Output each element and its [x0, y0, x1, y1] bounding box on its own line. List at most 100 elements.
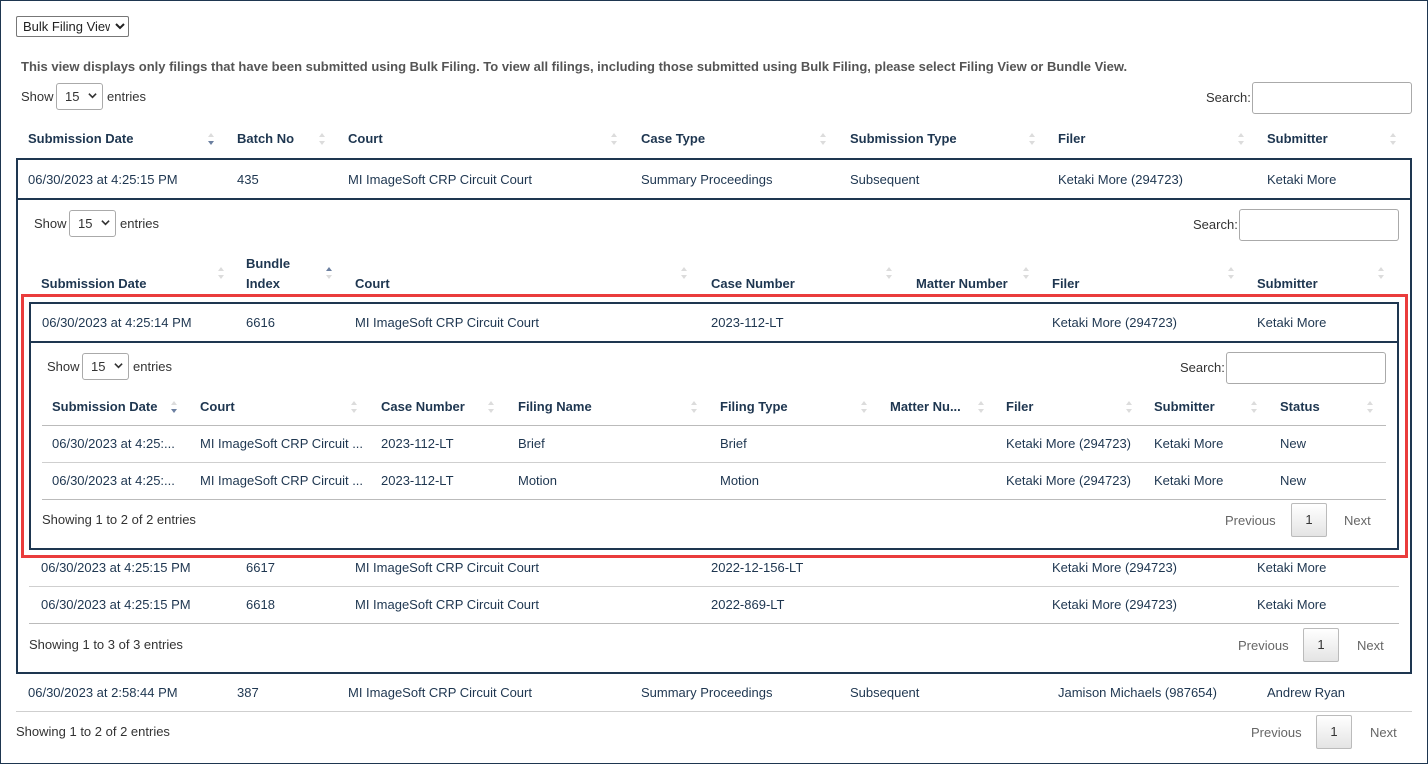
- outer-next-button[interactable]: Next: [1370, 725, 1397, 740]
- filings-show-label: Show: [47, 359, 80, 374]
- bundle-col-header[interactable]: Submitter: [1257, 276, 1318, 291]
- sort-arrows-icon[interactable]: [885, 266, 893, 280]
- outer-col-header[interactable]: Submission Date: [28, 131, 133, 146]
- outer-previous-button[interactable]: Previous: [1251, 725, 1302, 740]
- sort-arrows-icon[interactable]: [680, 266, 688, 280]
- sort-arrows-icon[interactable]: [325, 266, 333, 280]
- sort-arrows-icon[interactable]: [350, 400, 358, 414]
- filings-col-header[interactable]: Matter Nu...: [890, 399, 961, 414]
- outer-col-header[interactable]: Case Type: [641, 131, 705, 146]
- filings-search-label: Search:: [1180, 360, 1225, 375]
- outer-page-1-button[interactable]: 1: [1316, 715, 1352, 749]
- filings-search-input[interactable]: [1226, 352, 1386, 384]
- bundle-page-1-button[interactable]: 1: [1303, 628, 1339, 662]
- bundle-cell: Ketaki More: [1257, 597, 1327, 612]
- sort-arrows-icon[interactable]: [1237, 132, 1245, 146]
- bundle-cell: 06/30/2023 at 4:25:14 PM: [42, 315, 192, 330]
- outer-show-label: Show: [21, 89, 54, 104]
- sort-arrows-icon[interactable]: [977, 400, 985, 414]
- bundle-col-header[interactable]: Case Number: [711, 276, 795, 291]
- sort-arrows-icon[interactable]: [1250, 400, 1258, 414]
- info-notice: This view displays only filings that hav…: [21, 59, 1128, 74]
- filings-row-divider: [42, 462, 1386, 463]
- bundle-cell: 06/30/2023 at 4:25:15 PM: [41, 560, 191, 575]
- bundle-next-button[interactable]: Next: [1357, 638, 1384, 653]
- filings-cell: Ketaki More: [1154, 473, 1224, 488]
- filings-previous-button[interactable]: Previous: [1225, 513, 1276, 528]
- filings-cell: 2023-112-LT: [381, 473, 454, 488]
- sort-arrows-icon[interactable]: [1227, 266, 1235, 280]
- filings-col-header[interactable]: Filing Name: [518, 399, 592, 414]
- sort-arrows-icon[interactable]: [1389, 132, 1397, 146]
- bundle-cell: Ketaki More: [1257, 315, 1327, 330]
- outer-cell: Ketaki More: [1267, 172, 1337, 187]
- outer-search-input[interactable]: [1252, 82, 1412, 114]
- sort-arrows-icon[interactable]: [860, 400, 868, 414]
- outer-col-header[interactable]: Batch No: [237, 131, 294, 146]
- sort-arrows-icon[interactable]: [1377, 266, 1385, 280]
- outer-cell: 06/30/2023 at 2:58:44 PM: [28, 685, 178, 700]
- sort-arrows-icon[interactable]: [487, 400, 495, 414]
- filings-cell: MI ImageSoft CRP Circuit ...: [200, 473, 364, 488]
- bundle-cell: 2022-12-156-LT: [711, 560, 804, 575]
- filings-next-button[interactable]: Next: [1344, 513, 1371, 528]
- bundle-search-input[interactable]: [1239, 209, 1399, 241]
- bundle-col-header[interactable]: Matter Number: [916, 276, 1008, 291]
- outer-cell: Jamison Michaels (987654): [1058, 685, 1217, 700]
- outer-row-detail-divider: [16, 198, 1412, 200]
- filings-page-1-button[interactable]: 1: [1291, 503, 1327, 537]
- filings-col-header[interactable]: Filer: [1006, 399, 1033, 414]
- bundle-footer-divider: [29, 623, 1399, 624]
- bundle-length-select[interactable]: 15: [69, 210, 116, 237]
- view-select[interactable]: Bulk Filing View: [16, 16, 129, 37]
- filings-cell: Motion: [720, 473, 760, 488]
- bundle-search-label: Search:: [1193, 217, 1238, 232]
- outer-col-header[interactable]: Court: [348, 131, 383, 146]
- outer-col-header[interactable]: Submission Type: [850, 131, 957, 146]
- bundle-col-header[interactable]: Filer: [1052, 276, 1079, 291]
- filings-col-header[interactable]: Submission Date: [52, 399, 157, 414]
- bundle-length-value: 15: [78, 216, 93, 231]
- sort-arrows-icon[interactable]: [1028, 132, 1036, 146]
- filings-cell: Brief: [518, 436, 545, 451]
- filings-cell: Ketaki More (294723): [1006, 436, 1132, 451]
- filings-col-header[interactable]: Status: [1280, 399, 1320, 414]
- outer-col-header[interactable]: Submitter: [1267, 131, 1328, 146]
- sort-arrows-icon[interactable]: [1022, 266, 1030, 280]
- filings-cell: Ketaki More (294723): [1006, 473, 1132, 488]
- chevron-down-icon: [88, 93, 97, 99]
- filings-header-divider: [42, 425, 1386, 426]
- filings-col-header[interactable]: Filing Type: [720, 399, 788, 414]
- filings-cell: New: [1280, 473, 1307, 488]
- filings-cell: 06/30/2023 at 4:25:...: [52, 436, 175, 451]
- filings-cell: Brief: [720, 436, 747, 451]
- bundle-col-header[interactable]: Court: [355, 276, 390, 291]
- bundle-col-header[interactable]: Index: [246, 276, 280, 291]
- bundle-cell: Ketaki More (294723): [1052, 315, 1178, 330]
- outer-cell: 387: [237, 685, 259, 700]
- filings-col-header[interactable]: Case Number: [381, 399, 465, 414]
- bundle-previous-button[interactable]: Previous: [1238, 638, 1289, 653]
- sort-arrows-icon[interactable]: [170, 400, 178, 414]
- sort-arrows-icon[interactable]: [1125, 400, 1133, 414]
- bundle-cell: 2023-112-LT: [711, 315, 784, 330]
- outer-col-header[interactable]: Filer: [1058, 131, 1085, 146]
- bundle-show-label: Show: [34, 216, 67, 231]
- sort-arrows-icon[interactable]: [819, 132, 827, 146]
- bundle-cell: 2022-869-LT: [711, 597, 785, 612]
- bundle-col-header[interactable]: Bundle: [246, 256, 290, 271]
- sort-arrows-icon[interactable]: [207, 132, 215, 146]
- bundle-col-header[interactable]: Submission Date: [41, 276, 146, 291]
- bundle-cell: 6618: [246, 597, 275, 612]
- filings-col-header[interactable]: Submitter: [1154, 399, 1215, 414]
- filings-length-select[interactable]: 15: [82, 353, 129, 380]
- bundle-row-divider: [29, 586, 1399, 587]
- sort-arrows-icon[interactable]: [318, 132, 326, 146]
- sort-arrows-icon[interactable]: [1366, 400, 1374, 414]
- sort-arrows-icon[interactable]: [610, 132, 618, 146]
- bundle-row-detail-divider: [29, 341, 1399, 343]
- outer-length-select[interactable]: 15: [56, 83, 103, 110]
- sort-arrows-icon[interactable]: [217, 266, 225, 280]
- sort-arrows-icon[interactable]: [690, 400, 698, 414]
- filings-col-header[interactable]: Court: [200, 399, 235, 414]
